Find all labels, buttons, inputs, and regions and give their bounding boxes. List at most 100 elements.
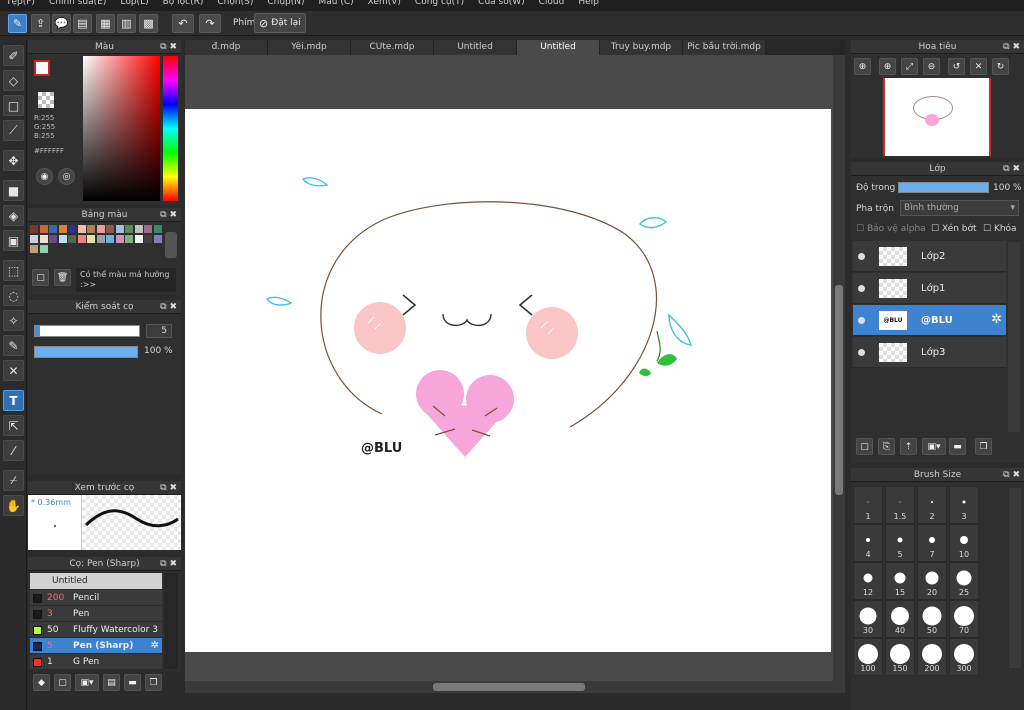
palette-swatch[interactable] xyxy=(68,225,76,233)
brush-item[interactable]: 50 Fluffy Watercolor 3 xyxy=(30,622,162,638)
palette-swatch[interactable] xyxy=(58,225,67,233)
menu-file[interactable]: Tệp(F) xyxy=(6,0,35,11)
close-icon[interactable]: ⧉ ✖ xyxy=(160,208,177,222)
gradient-tool-icon[interactable]: ▣ xyxy=(3,230,24,251)
menu-cloud[interactable]: Cloud xyxy=(539,0,565,11)
brush-size-cell[interactable]: 150 xyxy=(885,638,915,676)
new-layer-icon[interactable]: ▢ xyxy=(856,438,873,455)
brush-size-cell[interactable]: 1.5 xyxy=(885,486,915,524)
palette-swatch[interactable] xyxy=(77,225,86,233)
menu-filter[interactable]: Bộ lọc(R) xyxy=(163,0,204,11)
close-icon[interactable]: ⧉ ✖ xyxy=(1003,468,1020,482)
palette-swatch[interactable] xyxy=(87,235,95,243)
operation-tool-icon[interactable]: ⇱ xyxy=(3,415,24,436)
move-tool-icon[interactable]: ✥ xyxy=(3,150,24,171)
reset-view-icon[interactable]: ✕ xyxy=(970,58,987,75)
comment-icon[interactable]: 💬 xyxy=(52,14,71,33)
shape-tool-icon[interactable]: □ xyxy=(3,95,24,116)
layer-row[interactable]: Lớp3 xyxy=(853,337,1006,368)
menu-layer[interactable]: Lớp(L) xyxy=(120,0,148,11)
brush-item-selected[interactable]: 5 Pen (Sharp) ✲ xyxy=(30,638,162,654)
tab-document[interactable]: Pic bầu trời.mdp xyxy=(683,40,766,55)
brush-item[interactable]: 200 Pencil xyxy=(30,590,162,606)
palette-swatch[interactable] xyxy=(115,225,124,233)
line-tool-icon[interactable]: ⟋ xyxy=(3,120,24,141)
new-brush-icon[interactable]: ▢ xyxy=(54,674,71,691)
palette-swatch[interactable] xyxy=(153,235,162,243)
brush-size-cell[interactable]: 20 xyxy=(917,562,947,600)
undo-icon[interactable]: ↶ xyxy=(172,14,194,33)
close-icon[interactable]: ⧉ ✖ xyxy=(160,300,177,314)
redo-icon[interactable]: ↷ xyxy=(199,14,221,33)
brush-size-cell[interactable]: 40 xyxy=(885,600,915,638)
close-icon[interactable]: ⧉ ✖ xyxy=(160,557,177,571)
tab-document[interactable]: CUte.mdp xyxy=(351,40,434,55)
brush-size-cell[interactable]: 3 xyxy=(949,486,979,524)
menu-edit[interactable]: Chỉnh sửa(E) xyxy=(49,0,106,11)
menu-capture[interactable]: Chụp(N) xyxy=(267,0,304,11)
add-layer-menu-icon[interactable]: ▣▾ xyxy=(922,438,946,455)
magic-wand-tool-icon[interactable]: ✧ xyxy=(3,310,24,331)
brush-size-cell[interactable]: 25 xyxy=(949,562,979,600)
visibility-icon[interactable] xyxy=(858,285,865,292)
layer-copy-icon[interactable]: ⎘ xyxy=(878,438,895,455)
palette-swatch[interactable] xyxy=(144,235,152,243)
layer-export-icon[interactable]: ⇡ xyxy=(900,438,917,455)
palette-swatch[interactable] xyxy=(115,235,124,243)
tab-document-active[interactable]: Untitled xyxy=(517,40,600,55)
palette-icon[interactable]: ◉ xyxy=(36,168,53,185)
close-icon[interactable]: ⧉ ✖ xyxy=(1003,162,1020,176)
brush-size-cell[interactable]: 50 xyxy=(917,600,947,638)
rotate-left-icon[interactable]: ↺ xyxy=(948,58,965,75)
layers-scrollbar[interactable] xyxy=(1008,242,1020,432)
eraser-tool-icon[interactable]: ◇ xyxy=(3,70,24,91)
menu-window[interactable]: Cửa sổ(W) xyxy=(478,0,524,11)
layer-row-selected[interactable]: @BLU @BLU ✲ xyxy=(853,305,1006,336)
menu-select[interactable]: Chọn(S) xyxy=(217,0,253,11)
layer-opacity-slider[interactable] xyxy=(898,182,989,193)
close-icon[interactable]: ⧉ ✖ xyxy=(1003,40,1020,54)
palette-swatch[interactable] xyxy=(30,245,38,253)
layer-row[interactable]: Lớp1 xyxy=(853,273,1006,304)
brush-size-cell[interactable]: 30 xyxy=(853,600,883,638)
brush-size-cell[interactable]: 1 xyxy=(853,486,883,524)
select-pen-tool-icon[interactable]: ✎ xyxy=(3,335,24,356)
palette-swatch[interactable] xyxy=(134,225,143,233)
transparent-swatch[interactable] xyxy=(38,92,54,108)
palette-swatch[interactable] xyxy=(125,235,133,243)
hue-slider[interactable] xyxy=(163,56,178,201)
palette-swatch[interactable] xyxy=(77,235,86,243)
brush-list-scrollbar[interactable] xyxy=(164,573,178,669)
text-tool-icon[interactable]: T xyxy=(3,390,24,411)
canvas-horizontal-scrollbar[interactable] xyxy=(185,681,845,693)
brush-size-cell[interactable]: 200 xyxy=(917,638,947,676)
palette-swatch[interactable] xyxy=(49,225,57,233)
palette-swatch[interactable] xyxy=(58,235,67,243)
brush-size-cell[interactable]: 2 xyxy=(917,486,947,524)
palette-swatch[interactable] xyxy=(39,235,48,243)
brush-size-cell[interactable]: 5 xyxy=(885,524,915,562)
share-icon[interactable]: ⇪ xyxy=(31,14,50,33)
palette-swatch[interactable] xyxy=(106,235,114,243)
menu-tools[interactable]: Công cụ(T) xyxy=(415,0,464,11)
reset-button[interactable]: ⊘ Đặt lại xyxy=(254,13,306,33)
visibility-icon[interactable] xyxy=(858,349,865,356)
draw-mode-icon[interactable]: ✎ xyxy=(8,14,27,33)
rotate-right-icon[interactable]: ↻ xyxy=(992,58,1009,75)
document-icon[interactable]: ▦ xyxy=(96,14,115,33)
palette-add-icon[interactable]: ◎ xyxy=(58,168,75,185)
brush-tool-icon[interactable]: ✐ xyxy=(3,45,24,66)
drawing-canvas[interactable]: @BLU xyxy=(185,109,831,652)
brush-size-cell[interactable]: 7 xyxy=(917,524,947,562)
message-icon[interactable]: ▤ xyxy=(73,14,92,33)
brush-item[interactable]: 1 G Pen xyxy=(30,654,162,670)
brush-shape-icon[interactable]: ◆ xyxy=(33,674,50,691)
palette-swatch[interactable] xyxy=(96,235,105,243)
zoom-out-icon[interactable]: ⊖ xyxy=(923,58,940,75)
close-icon[interactable]: ⧉ ✖ xyxy=(160,481,177,495)
hand-tool-icon[interactable]: ✋ xyxy=(3,495,24,516)
palette-swatch[interactable] xyxy=(68,235,76,243)
brush-settings-icon[interactable]: ✲ xyxy=(151,640,159,651)
menu-color[interactable]: Màu (C) xyxy=(319,0,354,11)
select-rect-tool-icon[interactable]: ⬚ xyxy=(3,260,24,281)
